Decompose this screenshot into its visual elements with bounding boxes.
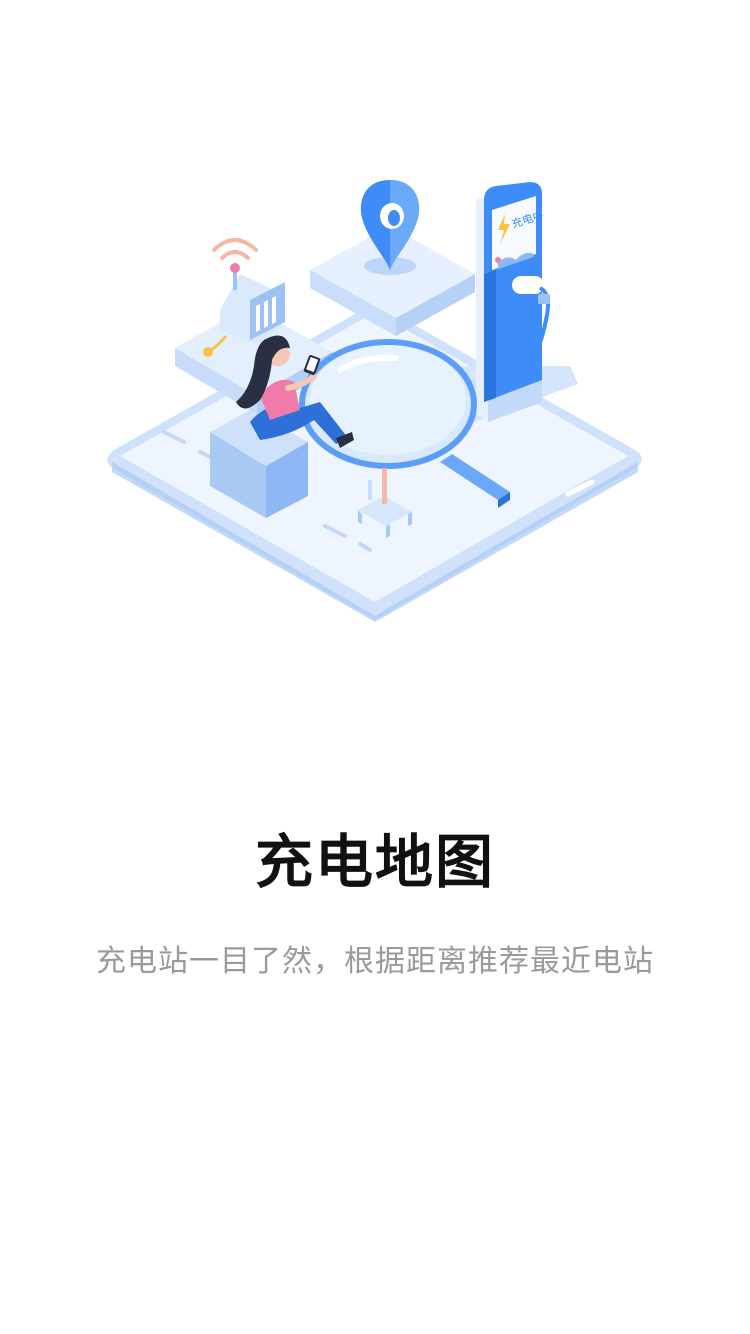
page-subtitle: 充电站一目了然，根据距离推荐最近电站 <box>96 944 654 979</box>
wifi-signal-icon <box>212 238 258 260</box>
page-title: 充电地图 <box>254 828 495 896</box>
map-pin-icon <box>360 180 420 275</box>
hero-illustration: 充电中 <box>100 170 650 630</box>
